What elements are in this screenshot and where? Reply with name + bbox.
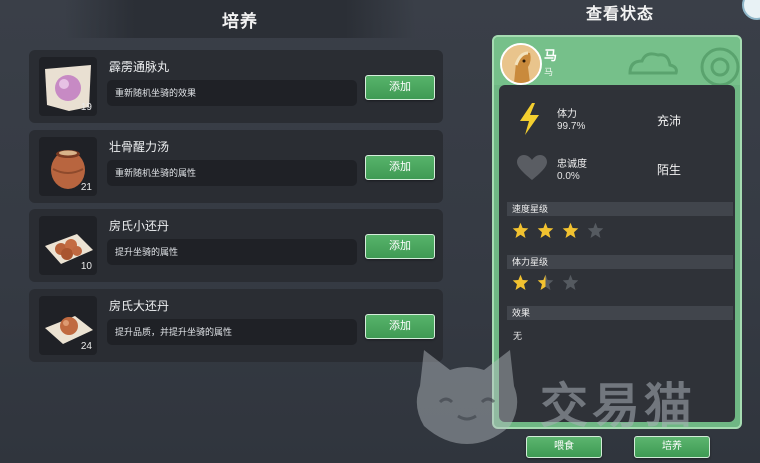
empty-star-icon xyxy=(562,274,579,290)
speed-stars-header: 速度星级 xyxy=(507,202,733,216)
cloud-decoration-icon xyxy=(628,47,740,85)
cat-watermark-icon xyxy=(416,350,518,444)
star-icon xyxy=(537,222,554,238)
stamina-label: 体力 xyxy=(557,109,577,120)
status-header: 马 马 xyxy=(494,37,740,85)
effect-value: 无 xyxy=(513,331,523,341)
effect-header: 效果 xyxy=(507,306,733,320)
stamina-value: 99.7% xyxy=(557,121,586,132)
item-name: 房氏小还丹 xyxy=(109,219,170,233)
item-count: 24 xyxy=(80,341,92,352)
loyalty-label: 忠诚度 xyxy=(557,159,587,170)
star-icon xyxy=(562,222,579,238)
item-name: 霹雳通脉丸 xyxy=(109,60,170,74)
empty-star-icon xyxy=(587,222,604,238)
item-name: 壮骨醒力汤 xyxy=(109,140,170,154)
stamina-stars xyxy=(512,274,579,291)
close-button[interactable] xyxy=(742,0,760,20)
add-button[interactable]: 添加 xyxy=(365,314,435,339)
loyalty-status: 陌生 xyxy=(657,163,682,177)
item-thumb-3[interactable]: 10 xyxy=(39,216,97,275)
status-panel-title: 查看状态 xyxy=(585,6,654,23)
item-row-1: 19 霹雳通脉丸 重新随机坐骑的效果 添加 xyxy=(29,50,443,123)
item-count: 21 xyxy=(80,182,92,193)
left-panel-title: 培养 xyxy=(222,11,258,31)
item-name: 房氏大还丹 xyxy=(109,299,170,313)
item-description: 提升品质，并提升坐骑的属性 xyxy=(107,319,357,345)
lightning-icon xyxy=(520,103,539,135)
item-thumb-2[interactable]: 21 xyxy=(39,137,97,196)
horse-avatar xyxy=(500,43,542,85)
half-star-icon xyxy=(537,274,554,290)
star-icon xyxy=(512,222,529,238)
item-description: 重新随机坐骑的属性 xyxy=(107,160,357,186)
item-count: 10 xyxy=(80,261,92,272)
item-thumb-4[interactable]: 24 xyxy=(39,296,97,355)
heart-icon xyxy=(517,155,547,180)
feed-button[interactable]: 喂食 xyxy=(526,436,602,458)
train-button[interactable]: 培养 xyxy=(634,436,710,458)
stamina-status: 充沛 xyxy=(657,114,682,128)
item-description: 提升坐骑的属性 xyxy=(107,239,357,265)
add-button[interactable]: 添加 xyxy=(365,75,435,100)
star-icon xyxy=(512,274,529,290)
item-description: 重新随机坐骑的效果 xyxy=(107,80,357,106)
item-count: 19 xyxy=(80,102,92,113)
add-button[interactable]: 添加 xyxy=(365,155,435,180)
item-row-2: 21 壮骨醒力汤 重新随机坐骑的属性 添加 xyxy=(29,130,443,203)
horse-portrait-icon xyxy=(502,45,540,83)
loyalty-value: 0.0% xyxy=(557,171,580,182)
stamina-stars-header: 体力星级 xyxy=(507,255,733,269)
horse-type: 马 xyxy=(544,67,554,77)
item-row-3: 10 房氏小还丹 提升坐骑的属性 添加 xyxy=(29,209,443,282)
item-row-4: 24 房氏大还丹 提升品质，并提升坐骑的属性 添加 xyxy=(29,289,443,362)
speed-stars xyxy=(512,222,604,239)
item-thumb-1[interactable]: 19 xyxy=(39,57,97,116)
left-panel-header: 培养 xyxy=(65,0,415,38)
horse-name: 马 xyxy=(544,48,558,63)
watermark-text: 交易猫 xyxy=(540,380,697,433)
add-button[interactable]: 添加 xyxy=(365,234,435,259)
